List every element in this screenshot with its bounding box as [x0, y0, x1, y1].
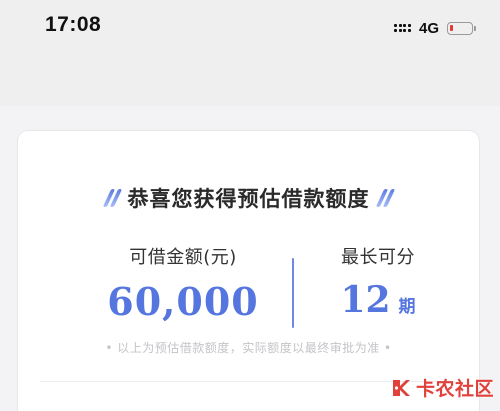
card-title-row: 恭喜您获得预估借款额度	[18, 183, 479, 213]
status-bar-area: 17:08 4G	[0, 0, 500, 106]
network-type: 4G	[418, 19, 439, 37]
screen: 17:08 4G 恭喜您获得预估借款额度 可借金额(元) 60,000 最长可分	[0, 0, 500, 411]
term-column: 最长可分 12 期	[323, 243, 433, 321]
double-slash-right-icon	[375, 189, 395, 207]
term-unit: 期	[398, 297, 416, 317]
disclaimer-text: • 以上为预估借款额度，实际额度以最终审批为准 •	[105, 341, 392, 355]
term-label: 最长可分	[341, 247, 415, 268]
card-title: 恭喜您获得预估借款额度	[127, 187, 370, 211]
term-value: 12	[340, 279, 391, 321]
status-time: 17:08	[45, 13, 102, 36]
watermark-text: 卡农社区	[415, 378, 494, 400]
status-icons: 4G	[394, 18, 476, 38]
kanong-logo-icon	[392, 379, 410, 396]
double-slash-left-icon	[102, 189, 122, 207]
term-value-row: 12 期	[323, 279, 433, 321]
amount-value: 60,000	[107, 279, 259, 324]
battery-icon	[447, 21, 476, 35]
credit-limit-card: 恭喜您获得预估借款额度 可借金额(元) 60,000 最长可分 12 期 • 以…	[18, 131, 479, 411]
signal-icon	[394, 24, 411, 32]
amount-label: 可借金额(元)	[129, 247, 237, 268]
vertical-divider	[292, 258, 294, 328]
watermark: 卡农社区	[390, 374, 494, 401]
battery-level	[450, 24, 453, 31]
amount-column: 可借金额(元) 60,000	[78, 243, 288, 324]
